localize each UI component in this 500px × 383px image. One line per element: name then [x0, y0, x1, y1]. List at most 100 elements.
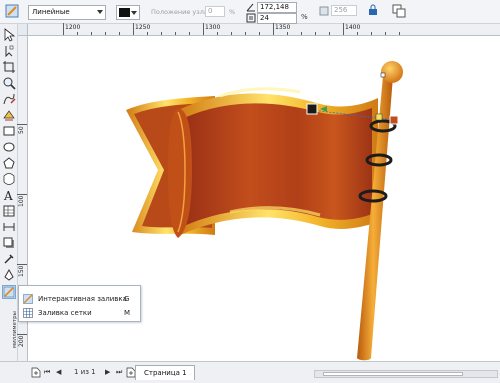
steps-field[interactable]: 256	[331, 5, 357, 16]
ruler-minor-tick	[161, 32, 162, 35]
fill-end-handle	[389, 115, 399, 125]
ruler-minor-tick	[301, 32, 302, 35]
flyout-item-label: Интерактивная заливка	[38, 295, 127, 303]
ruler-minor-tick	[105, 32, 106, 35]
ruler-label: 1350	[275, 24, 291, 31]
ruler-major-tick	[17, 124, 27, 125]
shape-tool-icon[interactable]	[2, 44, 16, 58]
ruler-label: 1300	[205, 24, 221, 31]
flyout-item-mesh-fill[interactable]: Заливка сетки M	[20, 306, 140, 320]
color-swatch	[119, 8, 130, 17]
zoom-tool-icon[interactable]	[2, 76, 16, 90]
ruler-minor-tick	[399, 32, 400, 35]
fill-type-value: Линейные	[32, 8, 70, 16]
ruler-minor-tick	[147, 32, 148, 35]
add-page-before-icon[interactable]	[31, 367, 41, 378]
freehand-tool-icon[interactable]	[2, 92, 16, 106]
last-page-icon[interactable]: ⏭	[116, 368, 122, 377]
selection-node	[380, 72, 386, 78]
edge-pad-unit: %	[301, 13, 308, 21]
fill-tool-icon[interactable]	[4, 3, 20, 19]
ruler-minor-tick	[217, 32, 218, 35]
outline-pen-tool-icon[interactable]	[2, 268, 16, 282]
ruler-origin[interactable]	[18, 24, 28, 36]
interactive-fill-icon	[23, 294, 33, 304]
svg-text:A: A	[3, 189, 13, 202]
chevron-down-icon	[97, 10, 103, 14]
node-position-field[interactable]: 0	[205, 6, 225, 17]
basic-shapes-tool-icon[interactable]	[2, 172, 16, 186]
flyout-item-shortcut: M	[124, 309, 131, 317]
pole-knob	[381, 61, 403, 83]
interactive-fill-tool-icon	[3, 286, 15, 298]
next-page-icon[interactable]: ▶	[105, 368, 110, 376]
ruler-minor-tick	[287, 32, 288, 35]
interactive-fill-tool-button[interactable]	[2, 285, 16, 299]
pick-tool-icon[interactable]	[2, 28, 16, 42]
ruler-label: 100	[18, 195, 25, 207]
lock-steps-icon[interactable]	[319, 6, 329, 16]
ruler-label: 1400	[345, 24, 361, 31]
page-tab-label: Страница 1	[144, 369, 187, 377]
flyout-item-interactive-fill[interactable]: Интерактивная заливка G	[20, 292, 140, 306]
ruler-major-tick	[63, 23, 64, 35]
fill-type-dropdown[interactable]: Линейные	[28, 5, 106, 20]
steps-value: 256	[334, 6, 348, 14]
ruler-minor-tick	[91, 32, 92, 35]
smart-fill-tool-icon[interactable]	[2, 108, 16, 122]
flyout-item-shortcut: G	[124, 295, 130, 303]
ruler-minor-tick	[315, 32, 316, 35]
page-navigation-bar: ⏮ ◀ 1 из 1 ▶ ⏭ Страница 1	[0, 361, 500, 383]
flyout-item-label: Заливка сетки	[38, 309, 92, 317]
ellipse-tool-icon[interactable]	[2, 140, 16, 154]
edge-pad-icon	[246, 13, 256, 23]
coreldraw-window: { "propbar": { "fill_type": "Линейные", …	[0, 0, 500, 383]
ruler-minor-tick	[175, 32, 176, 35]
fill-tools-flyout: Интерактивная заливка G Заливка сетки M	[18, 285, 141, 322]
polygon-tool-icon[interactable]	[2, 156, 16, 170]
ruler-major-tick	[133, 23, 134, 35]
page-tab[interactable]: Страница 1	[135, 365, 195, 380]
ruler-minor-tick	[231, 32, 232, 35]
copy-fill-properties-icon[interactable]	[392, 4, 406, 18]
shadow-tool-icon[interactable]	[2, 236, 16, 250]
lock-icon[interactable]	[368, 4, 378, 16]
horizontal-scrollbar[interactable]	[314, 370, 498, 378]
ruler-label: 200	[18, 335, 25, 347]
first-page-icon[interactable]: ⏮	[44, 368, 50, 377]
text-tool-icon[interactable]: A	[2, 188, 16, 202]
node-position-label: Положение узла:	[151, 8, 211, 16]
ruler-minor-tick	[77, 32, 78, 35]
edge-pad-value: 24	[260, 14, 269, 22]
ruler-major-tick	[343, 23, 344, 35]
color-picker-button[interactable]	[116, 5, 140, 20]
ruler-minor-tick	[119, 32, 120, 35]
page-counter: 1 из 1	[74, 368, 96, 376]
fill-start-handle	[306, 103, 318, 115]
table-tool-icon[interactable]	[2, 204, 16, 218]
ruler-major-tick	[273, 23, 274, 35]
rectangle-tool-icon[interactable]	[2, 124, 16, 138]
ruler-label: 1200	[65, 24, 81, 31]
chevron-down-icon	[131, 11, 137, 15]
edge-pad-field[interactable]: 24	[257, 13, 297, 24]
horizontal-ruler[interactable]: 1200 1250 1300 1350 1400	[28, 23, 500, 36]
node-position-value: 0	[208, 7, 213, 15]
eyedropper-tool-icon[interactable]	[2, 252, 16, 266]
fill-mid-handle	[375, 113, 383, 121]
ruler-label: 1250	[135, 24, 151, 31]
ruler-minor-tick	[329, 32, 330, 35]
node-position-unit: %	[229, 8, 236, 16]
dimension-tool-icon[interactable]	[2, 220, 16, 234]
ruler-major-tick	[203, 23, 204, 35]
scrollbar-thumb[interactable]	[323, 372, 463, 376]
crop-tool-icon[interactable]	[2, 60, 16, 74]
angle-field[interactable]: 172,148	[257, 2, 297, 13]
ruler-minor-tick	[371, 32, 372, 35]
ruler-minor-tick	[245, 32, 246, 35]
ruler-label: 150	[18, 265, 25, 277]
ruler-minor-tick	[259, 32, 260, 35]
previous-page-icon[interactable]: ◀	[56, 368, 61, 376]
mesh-fill-icon	[23, 308, 33, 318]
angle-icon	[246, 3, 255, 12]
